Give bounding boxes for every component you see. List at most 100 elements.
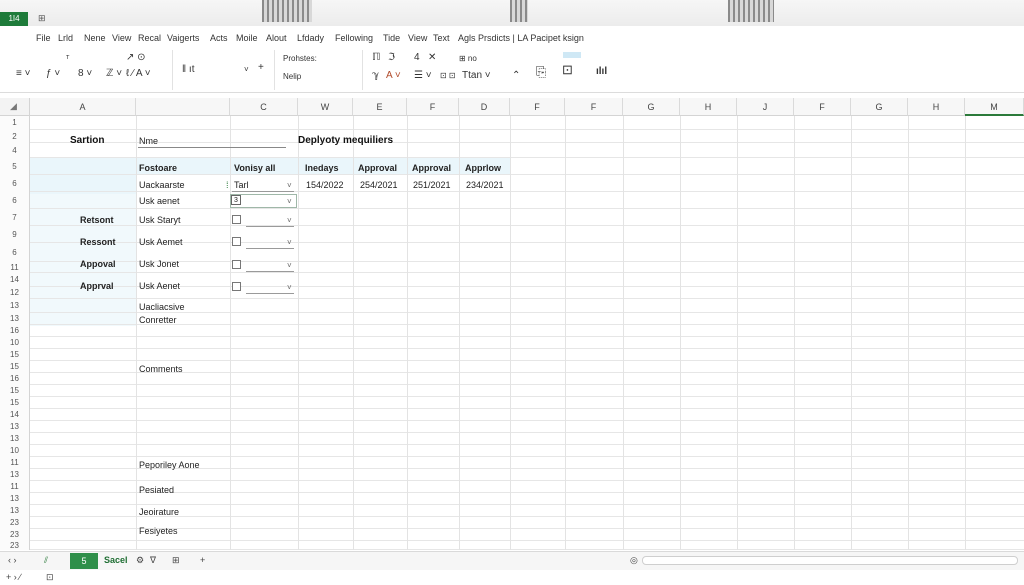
horizontal-scrollbar[interactable] <box>642 556 1018 565</box>
highlight-button[interactable]: A ˅ <box>386 70 401 81</box>
row-header[interactable]: 12 <box>0 287 30 299</box>
chevron-down-icon[interactable]: ˅ <box>287 238 292 247</box>
columns-button[interactable]: ‖ ıt <box>182 64 194 75</box>
column-header[interactable] <box>136 98 230 116</box>
menu-item-recal[interactable]: Recal <box>138 33 161 43</box>
column-header[interactable]: H <box>908 98 965 116</box>
add-icon[interactable]: + <box>258 62 264 73</box>
settings-icon[interactable]: ⚙ <box>136 555 144 566</box>
date-cell[interactable]: 154/2022 <box>306 180 344 190</box>
row-header[interactable]: 1 <box>0 116 30 130</box>
row-header[interactable]: 9 <box>0 226 30 243</box>
collapse-icon[interactable]: ⌃ <box>512 70 520 81</box>
grid-icon[interactable]: ⊞ <box>38 13 46 24</box>
chevron-down-icon[interactable]: ˅ <box>287 283 292 292</box>
format-button[interactable]: ℤ ˅ <box>106 68 122 79</box>
checkbox[interactable] <box>232 282 241 291</box>
date-cell[interactable]: 254/2021 <box>360 180 398 190</box>
close-icon[interactable]: ✕ <box>428 52 436 63</box>
menu-item-moile[interactable]: Moile <box>236 33 258 43</box>
scroll-left-icon[interactable]: ◎ <box>630 555 638 566</box>
column-header[interactable]: W <box>298 98 353 116</box>
row-header[interactable]: 14 <box>0 409 30 421</box>
row-header[interactable]: 13 <box>0 299 30 313</box>
column-header[interactable]: F <box>794 98 851 116</box>
row-header[interactable]: 13 <box>0 493 30 505</box>
frame-icon[interactable]: ⊡ <box>562 62 573 78</box>
row-header[interactable]: 13 <box>0 505 30 517</box>
column-header[interactable]: H <box>680 98 737 116</box>
ribbon-font-icon[interactable]: ᵀ <box>66 54 69 63</box>
table-options[interactable]: ⊞ no <box>459 54 477 63</box>
ribbon-arrow-icon[interactable]: ↗ ⊙ <box>126 52 146 63</box>
row-header[interactable]: 23 <box>0 541 30 550</box>
column-header[interactable]: F <box>407 98 459 116</box>
row-header[interactable]: 5 <box>0 158 30 175</box>
checkbox[interactable] <box>232 215 241 224</box>
function-button[interactable]: ƒ ˅ <box>46 68 60 79</box>
list-label[interactable]: Usk Jonet <box>139 259 179 269</box>
border-buttons[interactable]: ⊡ ⊡ <box>440 71 456 80</box>
chevron-down-icon[interactable]: ˅ <box>287 197 292 206</box>
menu-item-text[interactable]: Text <box>433 33 450 43</box>
column-header[interactable]: C <box>230 98 298 116</box>
row-header[interactable]: 13 <box>0 469 30 481</box>
dropdown-chevron-icon[interactable]: ˅ <box>244 65 249 74</box>
list-label[interactable]: Usk Aemet <box>139 237 183 247</box>
footer-label[interactable]: Fesiyetes <box>139 526 178 536</box>
header-cell[interactable]: Fostoare <box>139 163 177 173</box>
tab-nav-arrows[interactable]: ‹ › <box>8 555 17 565</box>
list-label[interactable]: Usk Aenet <box>139 281 180 291</box>
dropdown-value[interactable]: Tarl <box>234 180 249 190</box>
header-cell[interactable]: Vonisy all <box>234 163 275 173</box>
menu-item-fellowing[interactable]: Fellowing <box>335 33 373 43</box>
row-header[interactable]: 23 <box>0 517 30 529</box>
footer-label[interactable]: Peporiley Aone <box>139 460 200 470</box>
comments-label[interactable]: Comments <box>139 364 183 374</box>
insert-icon[interactable]: ℿ <box>372 52 381 63</box>
copy-icon[interactable]: ⎘ <box>536 64 546 80</box>
image-icon[interactable]: ℑ <box>388 52 395 63</box>
date-cell[interactable]: 234/2021 <box>466 180 504 190</box>
row-label[interactable]: Usk aenet <box>139 196 180 206</box>
indent-button[interactable]: 4 <box>414 52 420 63</box>
row-header[interactable]: 11 <box>0 481 30 493</box>
row-header[interactable]: 15 <box>0 385 30 397</box>
row-header[interactable]: 2 <box>0 130 30 143</box>
properties-label[interactable]: Prohstes: <box>283 54 317 63</box>
theme-dropdown[interactable]: Ttan ˅ <box>462 70 491 81</box>
menu-item-lfdady[interactable]: Lfdady <box>297 33 324 43</box>
font-color-button[interactable]: ℓ ∕ A ˅ <box>126 68 151 79</box>
row-header[interactable]: 11 <box>0 457 30 469</box>
status-view-icon[interactable]: ⊡ <box>46 572 54 583</box>
row-header[interactable]: 15 <box>0 361 30 373</box>
column-header[interactable]: G <box>851 98 908 116</box>
row-header[interactable]: 4 <box>0 143 30 158</box>
status-nav[interactable]: + › ∕ <box>6 572 21 582</box>
layout-icon[interactable]: ⊞ <box>172 555 180 566</box>
column-header[interactable]: J <box>737 98 794 116</box>
add-sheet-button[interactable]: + <box>200 555 205 565</box>
filter-icon[interactable]: ℽ <box>372 70 379 81</box>
help-label[interactable]: Nelip <box>283 72 301 81</box>
header-cell[interactable]: Inedays <box>305 163 339 173</box>
header-cell[interactable]: Approval <box>358 163 397 173</box>
row-header[interactable]: 10 <box>0 337 30 349</box>
column-header[interactable]: A <box>30 98 136 116</box>
column-header[interactable]: D <box>459 98 510 116</box>
menu-item-file[interactable]: File <box>36 33 51 43</box>
number-button[interactable]: 8 ˅ <box>78 68 92 79</box>
menu-item-view[interactable]: View <box>112 33 131 43</box>
date-cell[interactable]: 251/2021 <box>413 180 451 190</box>
checkbox[interactable] <box>232 260 241 269</box>
chevron-down-icon[interactable]: ˅ <box>287 181 292 190</box>
footer-label[interactable]: Pesiated <box>139 485 174 495</box>
column-header[interactable]: G <box>623 98 680 116</box>
row-header[interactable]: 6 <box>0 243 30 262</box>
row-header[interactable]: 13 <box>0 421 30 433</box>
menu-item-name[interactable]: Nene <box>84 33 106 43</box>
row-header[interactable]: 15 <box>0 349 30 361</box>
column-header[interactable]: F <box>510 98 565 116</box>
list-label[interactable]: Usk Staryt <box>139 215 181 225</box>
row-header[interactable]: 14 <box>0 273 30 287</box>
